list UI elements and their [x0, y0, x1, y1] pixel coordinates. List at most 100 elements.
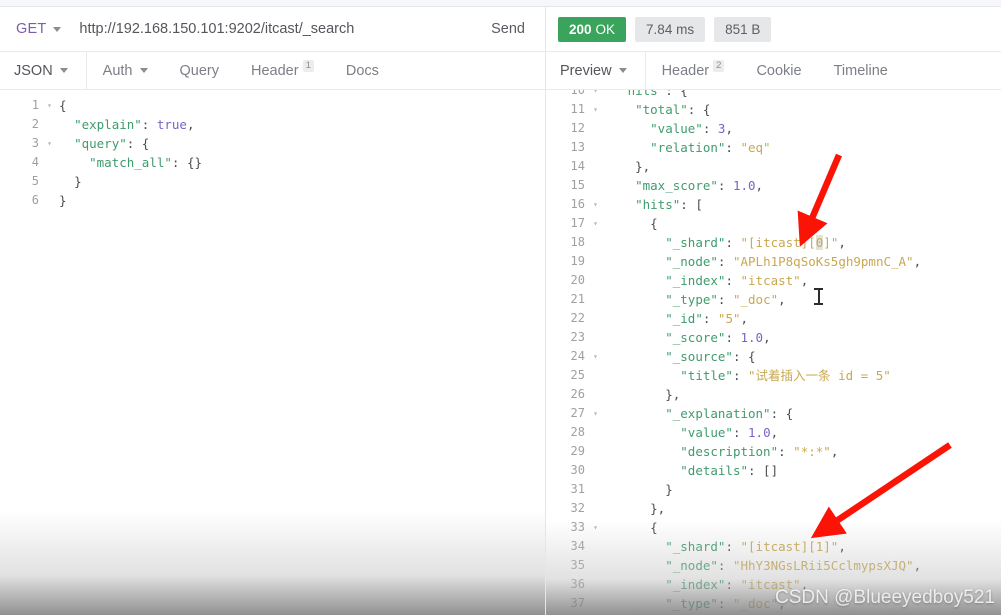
line-number: 31: [570, 482, 585, 496]
code-token: ,: [778, 596, 786, 611]
code-token: "value": [650, 121, 703, 136]
response-body-viewer[interactable]: 10 ▾ "hits": {11 ▾ "total": {12 "value": 3…: [546, 90, 1001, 615]
code-token: },: [635, 159, 651, 174]
code-token: : {: [770, 406, 794, 421]
line-number: 4: [31, 155, 39, 169]
code-line-content: },: [601, 499, 665, 518]
line-number: 12: [570, 121, 585, 135]
line-number: 37: [570, 596, 585, 610]
code-token: "explain": [74, 117, 142, 132]
tab-badge: 2: [713, 59, 725, 72]
code-token: ,: [770, 425, 779, 440]
code-line: 35 "_node": "HhY3NGsLRii5CclmypsXJQ",: [546, 556, 1001, 575]
code-token: 1.0: [732, 178, 756, 193]
tab-header[interactable]: Header 1: [235, 52, 330, 90]
code-line: 18 "_shard": "[itcast][0]",: [546, 233, 1001, 252]
code-line-content: "match_all": {}: [55, 153, 202, 172]
tab-label: Header: [251, 62, 299, 79]
code-token: :: [717, 596, 733, 611]
code-line: 1 ▾ {: [0, 96, 545, 115]
code-line-content: "query": {: [55, 134, 149, 153]
code-token: : {}: [171, 155, 203, 170]
code-token: "_doc": [732, 596, 779, 611]
code-token: ,: [913, 254, 922, 269]
code-line-content: }: [55, 172, 82, 191]
code-line: 30 "details": []: [546, 461, 1001, 480]
chevron-down-icon: [618, 68, 627, 73]
fold-toggle-icon[interactable]: ▾: [590, 100, 601, 119]
code-token: },: [650, 501, 666, 516]
line-number: 17: [570, 216, 585, 230]
request-body-editor[interactable]: 1 ▾{2 "explain": true, 3 ▾ "query": {4 "mat…: [0, 90, 545, 615]
code-token: "_node": [665, 558, 718, 573]
code-line-content: "_shard": "[itcast][1]",: [601, 537, 846, 556]
fold-toggle-icon[interactable]: ▾: [590, 214, 601, 233]
code-token: "_type": [665, 596, 718, 611]
fold-toggle-icon[interactable]: ▾: [590, 90, 601, 100]
code-line-content: "_index": "itcast",: [601, 575, 808, 594]
code-token: "_source": [665, 349, 733, 364]
chevron-down-icon: [59, 68, 68, 73]
send-button[interactable]: Send: [491, 21, 525, 37]
code-token: :: [717, 254, 733, 269]
code-token: "itcast": [740, 577, 801, 592]
code-line-content: "value": 1.0,: [601, 423, 778, 442]
code-token: "[itcast][1]": [740, 539, 839, 554]
code-line-content: "_source": {: [601, 347, 756, 366]
tab-timeline[interactable]: Timeline: [818, 52, 904, 90]
body-type-selector[interactable]: JSON: [0, 51, 87, 90]
fold-toggle-icon[interactable]: ▾: [44, 134, 55, 153]
http-method-selector[interactable]: GET: [16, 21, 62, 37]
code-token: "itcast": [740, 273, 801, 288]
fold-toggle-icon[interactable]: ▾: [590, 347, 601, 366]
code-line-content: "_shard": "[itcast][0]",: [601, 233, 846, 252]
tab-docs[interactable]: Docs: [330, 52, 395, 90]
tab-label: Query: [179, 62, 220, 79]
fold-toggle-icon[interactable]: ▾: [590, 195, 601, 214]
line-number: 3: [31, 136, 39, 150]
line-number: 33: [570, 520, 585, 534]
code-token: "match_all": [89, 155, 172, 170]
line-number: 5: [31, 174, 39, 188]
code-token: ,: [913, 558, 922, 573]
code-line-content: "description": "*:*",: [601, 442, 838, 461]
code-line-content: "hits": [: [601, 195, 703, 214]
code-token: "试着插入一条 id = 5": [748, 368, 891, 383]
code-token: : []: [748, 463, 779, 478]
line-number: 10: [570, 90, 585, 97]
code-token: {: [650, 216, 658, 231]
code-token: : {: [732, 349, 756, 364]
code-token: ,: [186, 117, 195, 132]
code-token: ,: [800, 273, 809, 288]
fold-toggle-icon[interactable]: ▾: [44, 96, 55, 115]
code-token: "hits": [635, 197, 681, 212]
code-token: :: [702, 121, 718, 136]
code-token: :: [141, 117, 157, 132]
tab-header[interactable]: Header 2: [646, 52, 741, 90]
code-line: 10 ▾ "hits": {: [546, 90, 1001, 100]
code-token: ,: [838, 539, 846, 554]
response-tab-row: Preview Header 2 Cookie Timeline: [546, 51, 1001, 90]
request-fade-overlay: [0, 510, 545, 615]
fold-toggle-icon[interactable]: ▾: [590, 404, 601, 423]
tab-query[interactable]: Query: [164, 52, 236, 90]
code-token: :: [717, 292, 733, 307]
code-line: 31 }: [546, 480, 1001, 499]
line-number: 20: [570, 273, 585, 287]
code-line: 26 },: [546, 385, 1001, 404]
url-input[interactable]: [79, 21, 492, 37]
line-number: 22: [570, 311, 585, 325]
code-token: :: [778, 444, 794, 459]
code-line: 21 "_type": "_doc",: [546, 290, 1001, 309]
code-token: :: [717, 178, 733, 193]
response-view-selector[interactable]: Preview: [546, 51, 646, 90]
tab-cookie[interactable]: Cookie: [740, 52, 817, 90]
tab-auth[interactable]: Auth: [87, 52, 164, 90]
fold-toggle-icon[interactable]: ▾: [590, 518, 601, 537]
code-line: 25 "title": "试着插入一条 id = 5": [546, 366, 1001, 385]
line-number: 26: [570, 387, 585, 401]
code-line-content: "_explanation": {: [601, 404, 793, 423]
line-number: 27: [570, 406, 585, 420]
line-number: 16: [570, 197, 585, 211]
code-line: 6}: [0, 191, 545, 210]
